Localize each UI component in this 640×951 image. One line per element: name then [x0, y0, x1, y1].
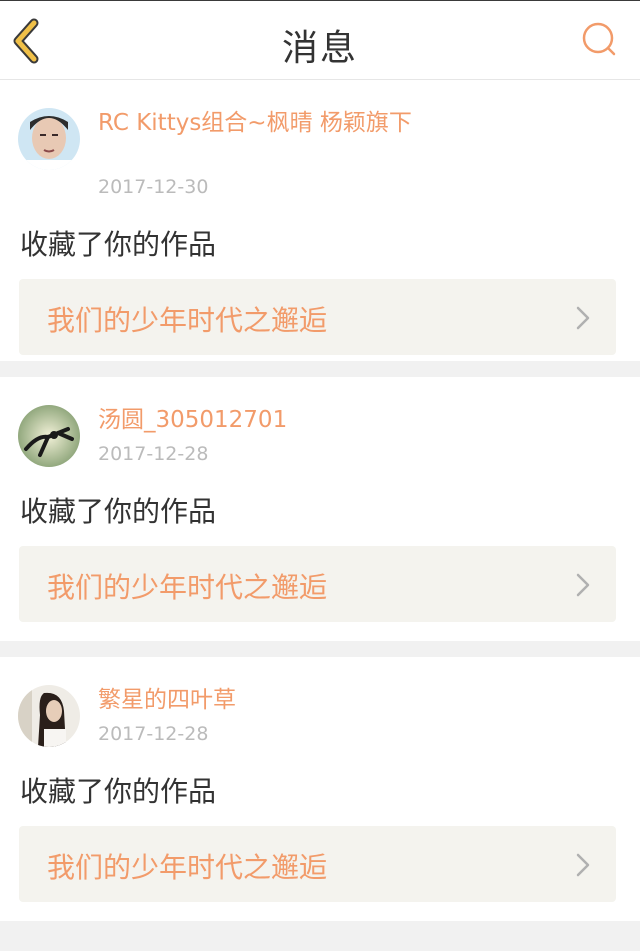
work-title: 我们的少年时代之邂逅 [47, 571, 328, 604]
work-link[interactable]: 我们的少年时代之邂逅 [19, 279, 616, 355]
page-title: 消息 [281, 28, 358, 69]
work-title: 我们的少年时代之邂逅 [47, 851, 328, 884]
action-text: 收藏了你的作品 [20, 228, 217, 261]
chevron-right-icon [576, 306, 590, 330]
user-avatar-image [18, 405, 80, 467]
chevron-right-icon [576, 853, 590, 877]
user-avatar-image [18, 108, 80, 170]
message-card: 繁星的四叶草 2017-12-28 收藏了你的作品 我们的少年时代之邂逅 [0, 657, 640, 921]
username[interactable]: 汤圆_305012701 [98, 405, 418, 435]
message-card: 汤圆_305012701 2017-12-28 收藏了你的作品 我们的少年时代之… [0, 377, 640, 641]
message-card: RC Kittys组合~枫晴 杨颖旗下 2017-12-30 收藏了你的作品 我… [0, 80, 640, 361]
work-link[interactable]: 我们的少年时代之邂逅 [19, 826, 616, 902]
action-text: 收藏了你的作品 [20, 775, 217, 808]
search-icon [582, 22, 616, 56]
message-date: 2017-12-28 [98, 723, 209, 745]
username[interactable]: 繁星的四叶草 [98, 685, 418, 715]
username[interactable]: RC Kittys组合~枫晴 杨颖旗下 [98, 108, 418, 138]
message-list: RC Kittys组合~枫晴 杨颖旗下 2017-12-30 收藏了你的作品 我… [0, 80, 640, 922]
message-date: 2017-12-28 [98, 443, 209, 465]
chevron-right-icon [576, 573, 590, 597]
work-title: 我们的少年时代之邂逅 [47, 304, 328, 337]
message-date: 2017-12-30 [98, 176, 209, 198]
user-avatar-image [18, 685, 80, 747]
work-link[interactable]: 我们的少年时代之邂逅 [19, 546, 616, 622]
avatar[interactable] [18, 685, 80, 747]
action-text: 收藏了你的作品 [20, 495, 217, 528]
search-button[interactable] [580, 21, 618, 59]
avatar[interactable] [18, 405, 80, 467]
avatar[interactable] [18, 108, 80, 170]
nav-header: 消息 [0, 1, 640, 80]
